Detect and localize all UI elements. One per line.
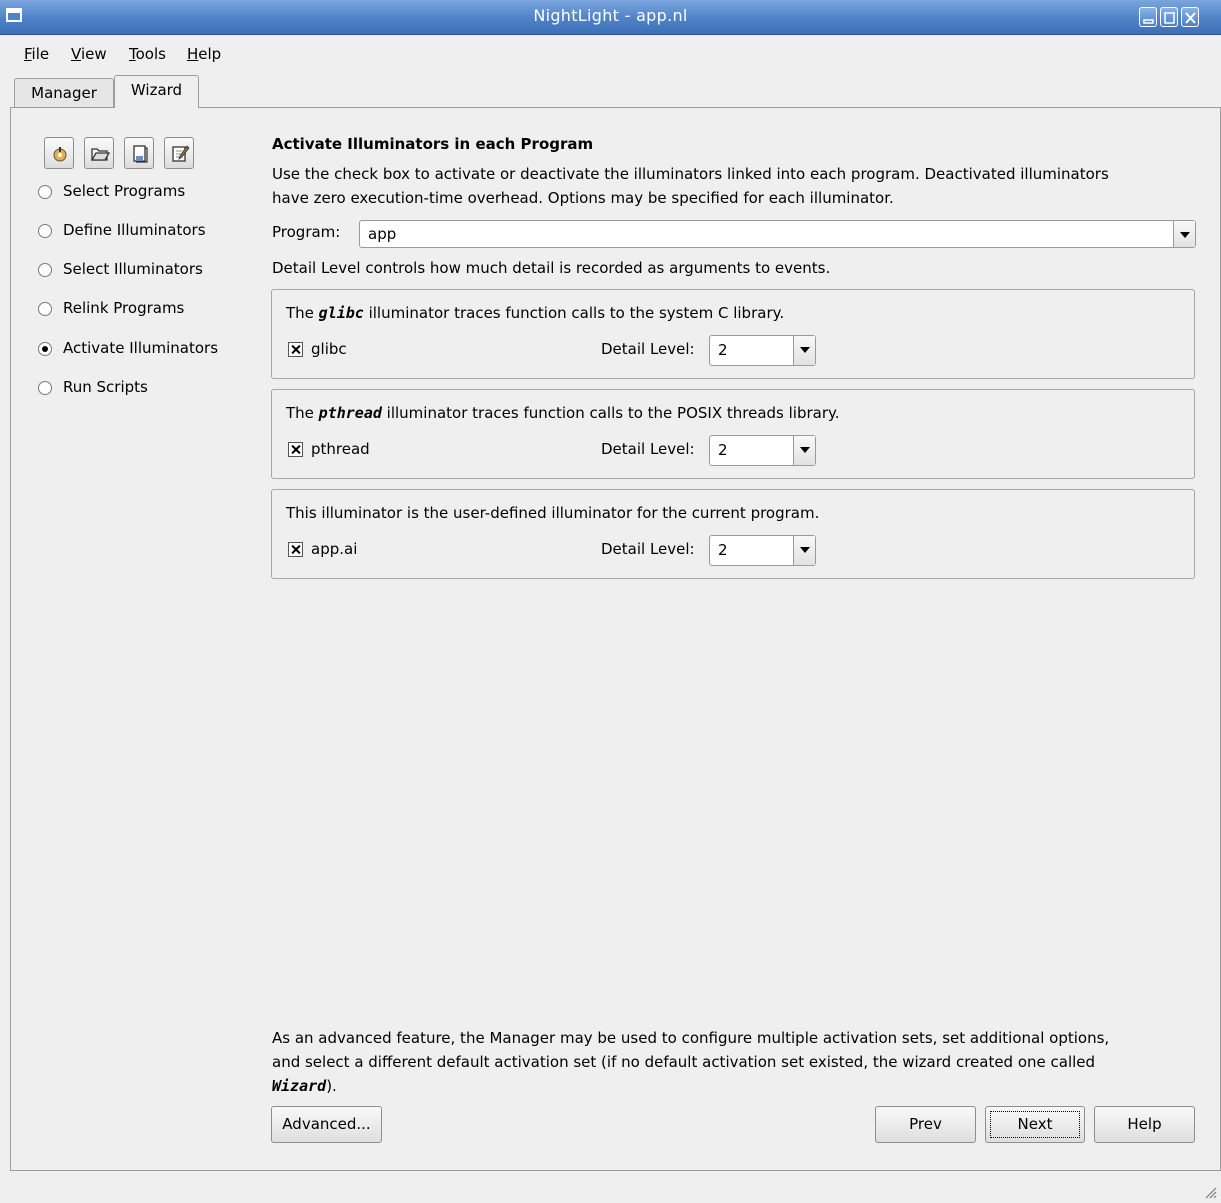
app-window: NightLight - app.nl File View Tools Help… — [0, 0, 1221, 1203]
edit-button[interactable] — [164, 137, 194, 169]
pthread-detail-level-select[interactable]: 2 — [709, 435, 816, 466]
open-button[interactable] — [84, 137, 114, 169]
detail-level-label: Detail Level: — [601, 540, 695, 558]
step-label: Select Illuminators — [63, 260, 203, 278]
advanced-button[interactable]: Advanced... — [271, 1106, 382, 1143]
illuminator-description: This illuminator is the user-defined ill… — [286, 504, 820, 522]
menu-tools[interactable]: Tools — [129, 45, 166, 63]
program-value: app — [368, 225, 397, 243]
radio-button[interactable] — [38, 185, 52, 199]
intro-line-1: Use the check box to activate or deactiv… — [272, 165, 1109, 183]
detail-level-label: Detail Level: — [601, 440, 695, 458]
illuminator-app-ai-box: This illuminator is the user-defined ill… — [271, 489, 1195, 579]
app-ai-detail-level-select[interactable]: 2 — [709, 535, 816, 566]
glibc-checkbox[interactable] — [288, 342, 303, 357]
next-button[interactable]: Next — [985, 1106, 1085, 1143]
help-button[interactable]: Help — [1094, 1106, 1195, 1143]
radio-button-selected[interactable] — [38, 342, 52, 356]
new-button[interactable] — [44, 137, 74, 169]
program-select[interactable]: app — [359, 220, 1196, 248]
minimize-icon[interactable] — [1139, 7, 1157, 27]
footer-line-2: and select a different default activatio… — [272, 1053, 1096, 1071]
intro-line-2: have zero execution-time overhead. Optio… — [272, 189, 894, 207]
window-title: NightLight - app.nl — [533, 6, 688, 25]
resize-grip-icon[interactable] — [1203, 1185, 1217, 1199]
maximize-icon[interactable] — [1160, 7, 1178, 27]
detail-level-value: 2 — [718, 341, 728, 359]
advanced-feature-note: As an advanced feature, the Manager may … — [272, 1026, 1202, 1098]
illuminator-description: The pthread illuminator traces function … — [286, 404, 840, 422]
step-label: Define Illuminators — [63, 221, 206, 239]
step-label: Relink Programs — [63, 299, 185, 317]
tab-manager[interactable]: Manager — [14, 78, 114, 108]
app-ai-label[interactable]: app.ai — [311, 540, 357, 558]
menu-file[interactable]: File — [24, 45, 49, 63]
save-icon — [133, 145, 148, 163]
chevron-down-icon[interactable] — [1173, 221, 1195, 247]
tab-wizard[interactable]: Wizard — [114, 75, 199, 108]
step-label: Select Programs — [63, 182, 186, 200]
close-icon[interactable] — [1181, 7, 1199, 27]
radio-button[interactable] — [38, 224, 52, 238]
detail-level-label: Detail Level: — [601, 340, 695, 358]
status-bar — [0, 1172, 1221, 1203]
illuminator-pthread-box: The pthread illuminator traces function … — [271, 389, 1195, 479]
menu-view[interactable]: View — [71, 45, 107, 63]
save-button[interactable] — [124, 137, 154, 169]
pthread-label[interactable]: pthread — [311, 440, 370, 458]
program-label: Program: — [272, 223, 341, 241]
detail-level-value: 2 — [718, 541, 728, 559]
menu-bar: File View Tools Help — [0, 36, 1221, 72]
detail-level-note: Detail Level controls how much detail is… — [272, 259, 831, 277]
chevron-down-icon[interactable] — [793, 436, 815, 465]
intro-text: Use the check box to activate or deactiv… — [272, 162, 1202, 210]
radio-button[interactable] — [38, 263, 52, 277]
footer-line-3: Wizard). — [272, 1077, 337, 1095]
next-button-label: Next — [1017, 1115, 1053, 1133]
menu-help[interactable]: Help — [187, 45, 221, 63]
step-label: Activate Illuminators — [63, 339, 219, 357]
open-folder-icon — [90, 148, 110, 161]
chevron-down-icon[interactable] — [793, 336, 815, 365]
prev-button[interactable]: Prev — [875, 1106, 976, 1143]
illuminator-description: The glibc illuminator traces function ca… — [286, 304, 785, 322]
app-ai-checkbox[interactable] — [288, 542, 303, 557]
footer-line-1: As an advanced feature, the Manager may … — [272, 1029, 1110, 1047]
title-bar[interactable]: NightLight - app.nl — [0, 0, 1221, 35]
step-label: Run Scripts — [63, 378, 148, 396]
radio-button[interactable] — [38, 302, 52, 316]
new-icon — [53, 147, 67, 162]
edit-icon — [172, 145, 190, 162]
glibc-label[interactable]: glibc — [311, 340, 347, 358]
radio-button[interactable] — [38, 381, 52, 395]
illuminator-glibc-box: The glibc illuminator traces function ca… — [271, 289, 1195, 379]
detail-level-value: 2 — [718, 441, 728, 459]
glibc-detail-level-select[interactable]: 2 — [709, 335, 816, 366]
page-heading: Activate Illuminators in each Program — [272, 135, 594, 153]
pthread-checkbox[interactable] — [288, 442, 303, 457]
chevron-down-icon[interactable] — [793, 536, 815, 565]
